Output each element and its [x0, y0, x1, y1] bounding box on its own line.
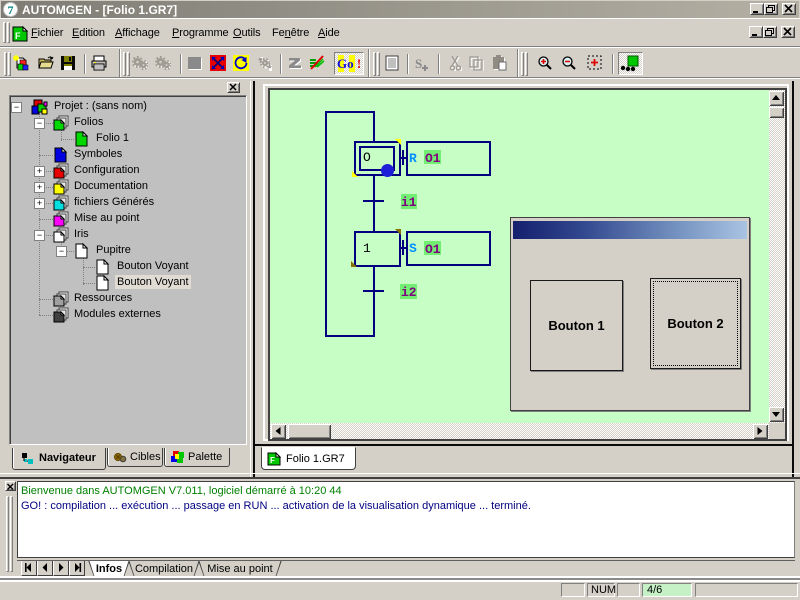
svg-text:S: S — [415, 56, 422, 71]
svg-text:F: F — [15, 31, 21, 41]
svg-text:7: 7 — [8, 3, 14, 17]
svg-text:F: F — [270, 456, 275, 465]
